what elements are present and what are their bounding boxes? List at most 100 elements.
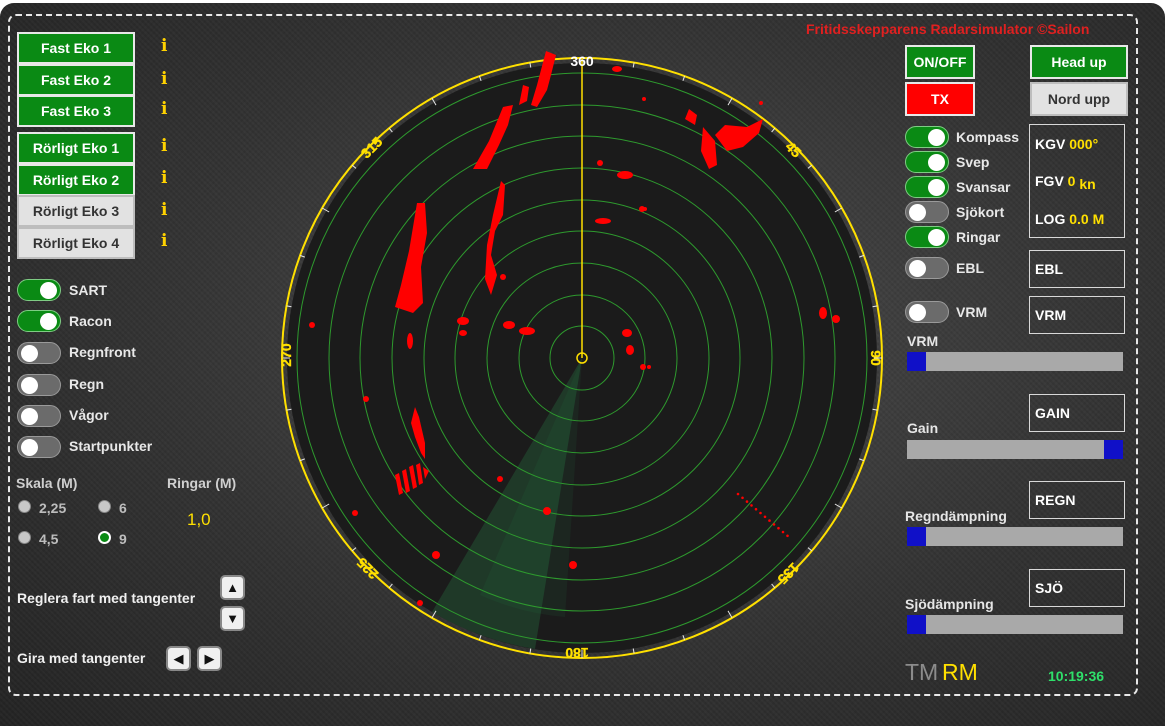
echo-dot <box>622 329 632 337</box>
sart-toggle[interactable] <box>17 279 61 301</box>
ebl-readout: EBL <box>1029 250 1125 288</box>
echo-dot <box>363 396 369 402</box>
echo-dot <box>597 160 603 166</box>
vrm-toggle[interactable] <box>905 301 949 323</box>
echo-dot <box>309 322 315 328</box>
scale-option-label: 6 <box>119 500 127 516</box>
startpunkter-toggle[interactable] <box>17 436 61 458</box>
info-icon-fast-eko-3[interactable]: i <box>161 99 167 119</box>
clock: 10:19:36 <box>1048 668 1105 684</box>
svep-toggle[interactable] <box>905 151 949 173</box>
speed-down-button[interactable]: ▼ <box>220 606 245 631</box>
regndampning-slider[interactable] <box>907 527 1123 546</box>
scale-radio-6[interactable] <box>98 500 111 513</box>
sjokort-toggle[interactable] <box>905 201 949 223</box>
echo-dot <box>457 317 469 325</box>
turn-left-button[interactable]: ◀ <box>166 646 191 671</box>
info-icon-rorligt-eko-3[interactable]: i <box>161 200 167 220</box>
vrm-slider[interactable] <box>907 352 1123 371</box>
rorligt-eko-4-button[interactable]: Rörligt Eko 4 <box>17 227 135 259</box>
bearing-tick <box>771 583 776 589</box>
info-icon-fast-eko-1[interactable]: i <box>161 36 167 56</box>
vagor-label: Vågor <box>69 407 109 423</box>
info-icon-fast-eko-2[interactable]: i <box>161 69 167 89</box>
fast-eko-3-button[interactable]: Fast Eko 3 <box>17 95 135 127</box>
speed-up-button[interactable]: ▲ <box>220 575 245 600</box>
racon-toggle[interactable] <box>17 310 61 332</box>
tm-mode-toggle[interactable]: TM <box>905 659 938 686</box>
onoff-button[interactable]: ON/OFF <box>905 45 975 79</box>
fast-eko-1-button[interactable]: Fast Eko 1 <box>17 32 135 64</box>
echo-dot <box>500 274 506 280</box>
scale-option-label: 4,5 <box>39 531 59 547</box>
toggle-knob <box>928 129 945 146</box>
racon-label: Racon <box>69 313 112 329</box>
slider-thumb[interactable] <box>907 352 926 371</box>
fast-eko-2-button[interactable]: Fast Eko 2 <box>17 64 135 96</box>
vrm-readout: VRM <box>1029 296 1125 334</box>
bearing-tick <box>807 164 813 169</box>
ebl-label: EBL <box>956 260 984 276</box>
sart-dot <box>750 504 753 507</box>
scale-heading: Skala (M) <box>16 475 78 491</box>
kompass-label: Kompass <box>956 129 1020 145</box>
rorligt-eko-3-button[interactable]: Rörligt Eko 3 <box>17 195 135 227</box>
rorligt-eko-1-button[interactable]: Rörligt Eko 1 <box>17 132 135 164</box>
gain-slider-label: Gain <box>907 420 939 436</box>
ringar-toggle[interactable] <box>905 226 949 248</box>
gain-slider[interactable] <box>907 440 1123 459</box>
startpunkter-label: Startpunkter <box>69 438 153 454</box>
scale-radio-2-25[interactable] <box>18 500 31 513</box>
bearing-tick <box>351 547 357 552</box>
toggle-knob <box>928 179 945 196</box>
toggle-knob <box>909 260 926 277</box>
info-icon-rorligt-eko-4[interactable]: i <box>161 231 167 251</box>
echo-dot <box>643 207 647 211</box>
rorligt-eko-2-button[interactable]: Rörligt Eko 2 <box>17 164 135 196</box>
bearing-tick <box>388 583 393 589</box>
head-up-button[interactable]: Head up <box>1030 45 1128 79</box>
echo-dot <box>642 97 646 101</box>
regn-toggle[interactable] <box>17 374 61 396</box>
bearing-label-360: 360 <box>570 53 594 69</box>
sjodampning-slider-label: Sjödämpning <box>905 596 994 612</box>
regn-readout: REGN <box>1029 481 1125 519</box>
bearing-tick <box>807 547 813 552</box>
sjokort-label: Sjökort <box>956 204 1005 220</box>
sjodampning-slider[interactable] <box>907 615 1123 634</box>
rings-value: 1,0 <box>187 510 211 529</box>
info-icon-rorligt-eko-1[interactable]: i <box>161 136 167 156</box>
turn-right-button[interactable]: ▶ <box>197 646 222 671</box>
bearing-tick <box>771 127 776 133</box>
sart-dot <box>741 496 744 500</box>
regnfront-toggle[interactable] <box>17 342 61 364</box>
fgv-label: FGV <box>1035 173 1064 189</box>
scale-radio-9[interactable] <box>98 531 111 544</box>
toggle-knob <box>21 377 38 394</box>
slider-thumb[interactable] <box>907 527 926 546</box>
slider-thumb[interactable] <box>1104 440 1123 459</box>
echo-dot <box>503 321 515 329</box>
toggle-knob <box>928 229 945 246</box>
sart-dot <box>768 519 771 522</box>
echo-dot <box>819 307 827 319</box>
log-readout: LOG 0.0 M <box>1029 200 1125 238</box>
radar-display[interactable]: 360 45 90 135 180 225 270 315 <box>275 45 889 673</box>
app-title: Fritidsskepparens Radarsimulator ©Sailon <box>806 21 1090 37</box>
slider-thumb[interactable] <box>907 615 926 634</box>
bearing-label-180: 180 <box>565 645 589 661</box>
nord-upp-button[interactable]: Nord upp <box>1030 82 1128 116</box>
echo-dot <box>647 365 651 369</box>
speed-control-label: Reglera fart med tangenter <box>17 590 196 606</box>
tx-button[interactable]: TX <box>905 82 975 116</box>
scale-radio-4-5[interactable] <box>18 531 31 544</box>
info-icon-rorligt-eko-2[interactable]: i <box>161 168 167 188</box>
sart-dot <box>786 534 789 538</box>
ebl-toggle[interactable] <box>905 257 949 279</box>
svansar-toggle[interactable] <box>905 176 949 198</box>
kompass-toggle[interactable] <box>905 126 949 148</box>
rm-mode-toggle[interactable]: RM <box>942 659 978 686</box>
sart-dot <box>781 530 785 534</box>
scale-option-label: 9 <box>119 531 127 547</box>
vagor-toggle[interactable] <box>17 405 61 427</box>
